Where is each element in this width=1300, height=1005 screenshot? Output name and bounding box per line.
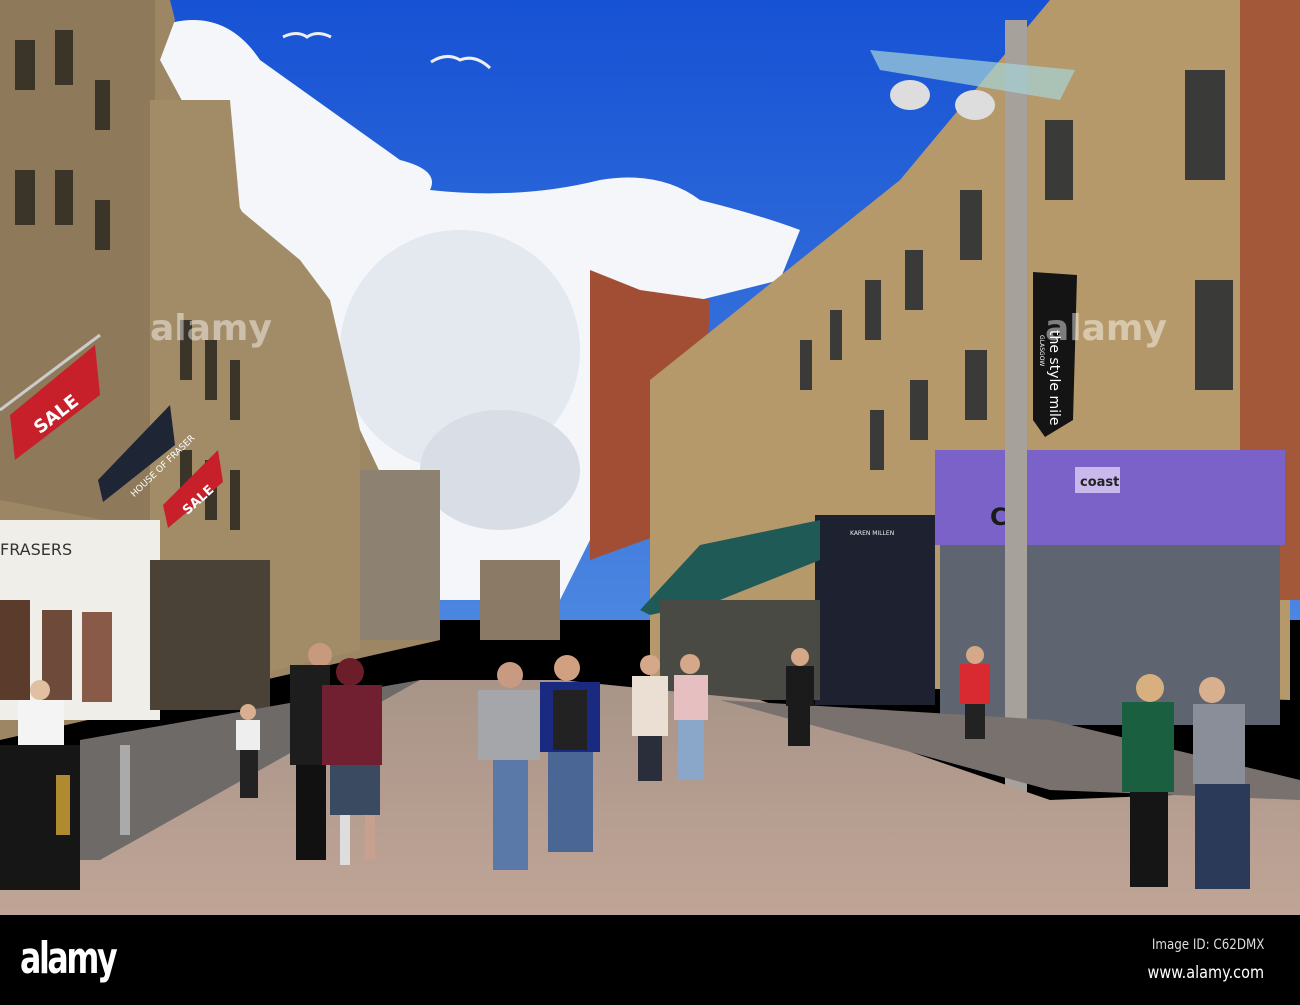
litter-bin — [0, 745, 80, 890]
street-photo: FRASERS SALE HOUSE OF FRASER SALE coast … — [0, 0, 1300, 915]
watermark-logo-text: alamy — [1045, 308, 1167, 349]
image-id-label: Image ID: C62DMX — [1151, 937, 1264, 953]
person — [1193, 677, 1250, 889]
coast-sign-small: coast — [1080, 475, 1119, 490]
alamy-url-link[interactable]: www.alamy.com — [1148, 963, 1264, 983]
frasers-store-sign: FRASERS — [0, 540, 72, 559]
watermark-footer: alamy Image ID: C62DMX www.alamy.com — [0, 915, 1300, 1005]
alamy-logo: alamy — [20, 933, 118, 984]
karen-millen-sign: KAREN MILLEN — [850, 530, 894, 537]
bollard — [120, 745, 130, 835]
person — [540, 655, 600, 852]
watermark-logo-text: alamy — [150, 308, 272, 349]
style-mile-banner: the style mile GLASGOW — [1033, 272, 1077, 437]
glasgow-text: GLASGOW — [1038, 335, 1045, 366]
coast-fascia — [935, 450, 1285, 545]
